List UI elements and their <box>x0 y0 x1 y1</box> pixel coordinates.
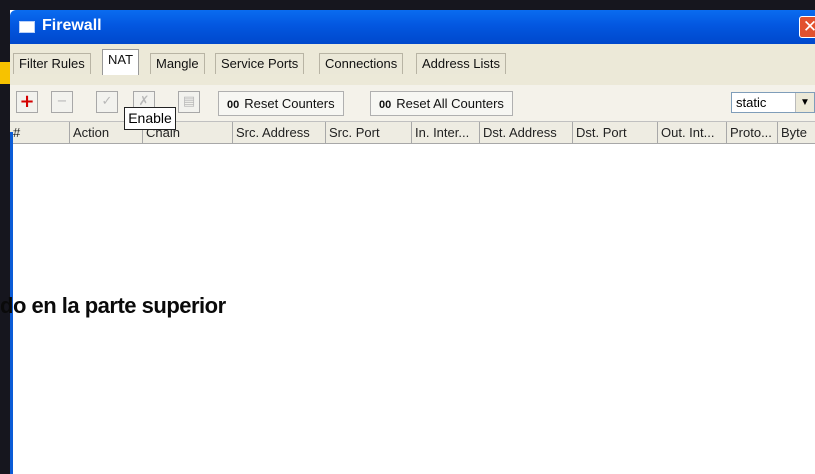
enable-tooltip: Enable <box>124 107 176 130</box>
reset-counters-label: Reset Counters <box>244 96 335 111</box>
reset-all-counters-label: Reset All Counters <box>396 96 504 111</box>
column-out-interface[interactable]: Out. Int... <box>658 122 727 143</box>
tab-connections[interactable]: Connections <box>319 53 404 74</box>
tab-filter-rules[interactable]: Filter Rules <box>13 53 91 74</box>
remove-icon[interactable]: − <box>51 91 73 113</box>
tab-nat[interactable]: NAT <box>102 49 140 75</box>
window-icon <box>19 21 35 33</box>
column-protocol[interactable]: Proto... <box>727 122 778 143</box>
window-title: Firewall <box>42 17 102 34</box>
filter-value: static <box>736 95 767 110</box>
counter-badge: 00 <box>227 99 240 111</box>
column-dst-address[interactable]: Dst. Address <box>480 122 573 143</box>
column-in-interface[interactable]: In. Inter... <box>412 122 480 143</box>
firewall-window: Firewall ✕ Filter Rules NAT Mangle Servi… <box>10 10 815 474</box>
counter-badge: 00 <box>379 99 392 111</box>
reset-all-counters-button[interactable]: 00 Reset All Counters <box>370 91 513 116</box>
accent-strip <box>0 62 10 84</box>
enable-icon[interactable]: ✓ <box>96 91 118 113</box>
column-src-address[interactable]: Src. Address <box>233 122 326 143</box>
close-icon[interactable]: ✕ <box>799 16 815 38</box>
tab-mangle[interactable]: Mangle <box>150 53 205 74</box>
column-src-port[interactable]: Src. Port <box>326 122 412 143</box>
overlay-caption: do en la parte superior <box>0 293 226 318</box>
add-icon[interactable]: + <box>16 91 38 113</box>
tab-bar: Filter Rules NAT Mangle Service Ports Co… <box>10 44 815 86</box>
tab-address-lists[interactable]: Address Lists <box>416 53 507 74</box>
column-dst-port[interactable]: Dst. Port <box>573 122 658 143</box>
filter-select[interactable]: static ▼ <box>731 92 815 113</box>
column-number[interactable]: # <box>10 122 70 143</box>
title-bar[interactable]: Firewall ✕ <box>10 10 815 44</box>
tab-service-ports[interactable]: Service Ports <box>215 53 305 74</box>
dropdown-arrow-icon[interactable]: ▼ <box>795 93 814 112</box>
reset-counters-button[interactable]: 00 Reset Counters <box>218 91 344 116</box>
column-bytes[interactable]: Byte <box>778 122 815 143</box>
comment-icon[interactable]: ▤ <box>178 91 200 113</box>
